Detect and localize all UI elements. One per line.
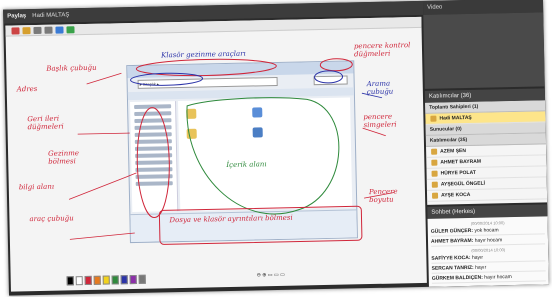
folder-icon	[186, 128, 197, 139]
attendees-list: Toplantı Sahipleri (1) Hadi MALTAŞ Sunuc…	[425, 100, 548, 205]
tool-icon[interactable]	[33, 26, 42, 35]
tool-icon[interactable]	[66, 26, 75, 34]
tool-icon[interactable]	[55, 26, 64, 34]
attendee-row[interactable]: AYŞE KOCA	[426, 188, 548, 202]
annotation-window-controls: pencere kontrol düğmeleri	[353, 41, 411, 59]
explorer-content-area	[178, 97, 353, 212]
chat-message: GÜRKEM BALDIÇEN: hayır hocam	[431, 273, 546, 284]
annotation-toolbar: araç çubuğu	[29, 214, 74, 224]
video-area	[423, 12, 545, 89]
explorer-navigation-pane	[130, 101, 179, 213]
tool-icon[interactable]	[22, 27, 31, 35]
whiteboard-share-area[interactable]: ▸ Kitaplık ▸ ⊖ ⊕ ▭ ▭ ▭ Başlık çubuğu pen…	[5, 16, 427, 292]
chat-timestamp: (00/00/2014 10:00)	[470, 220, 505, 226]
user-icon	[431, 159, 438, 166]
user-icon	[431, 181, 438, 188]
attendees-count: (36)	[460, 92, 472, 100]
user-icon	[431, 148, 438, 155]
annotation-title-bar: Başlık çubuğu	[46, 63, 97, 73]
annotation-window-icons: pencere simgeleri	[363, 112, 397, 130]
annotation-info-area: bilgi alanı	[18, 182, 55, 192]
annotation-back-forward: Geri ileri düğmeleri	[27, 114, 64, 132]
color-swatch[interactable]	[93, 275, 101, 285]
chat-message: GÜLER GÜNÇER: yok hocam	[430, 226, 545, 237]
color-swatch[interactable]	[84, 275, 92, 285]
zoom-controls[interactable]: ⊖ ⊕ ▭ ▭ ▭	[257, 271, 317, 280]
color-palette	[66, 270, 257, 286]
user-icon	[431, 192, 439, 199]
chat-timestamp: (00/00/2014 10:00)	[471, 247, 506, 253]
chat-title: Sohbet	[431, 209, 451, 216]
share-title: Paylaş	[7, 13, 27, 20]
color-swatch[interactable]	[129, 274, 137, 284]
share-presenter: Hadi MALTAŞ	[32, 12, 70, 20]
annotation-address: Adres	[16, 84, 38, 94]
chat-messages: (00/00/2014 10:00) GÜLER GÜNÇER: yok hoc…	[427, 216, 549, 287]
video-title: Video	[427, 4, 443, 11]
tool-icon[interactable]	[44, 26, 53, 34]
color-swatch[interactable]	[138, 274, 146, 284]
color-swatch[interactable]	[75, 275, 83, 285]
chat-message: AHMET BAYRAM: hayır hocam	[430, 236, 546, 247]
connect-app-window: Paylaş Hadi MALTAŞ Video ▸ Kitaplık ▸ ⊖ …	[3, 0, 549, 296]
screenshot-frame: Paylaş Hadi MALTAŞ Video ▸ Kitaplık ▸ ⊖ …	[0, 0, 552, 297]
tool-icon[interactable]	[11, 27, 20, 35]
chat-message: SAFİYYE KOCA: hayır	[431, 253, 546, 264]
user-icon	[431, 170, 438, 177]
color-swatch[interactable]	[66, 275, 74, 285]
explorer-address-bar: ▸ Kitaplık ▸	[137, 76, 278, 89]
color-swatch[interactable]	[111, 274, 119, 284]
annotation-search-bar: Arama çubuğu	[366, 79, 394, 97]
color-swatch[interactable]	[102, 275, 110, 285]
chat-message: SERCAN TANRIZ: hayır	[431, 263, 546, 274]
folder-icon	[252, 127, 263, 138]
folder-icon	[252, 107, 263, 118]
folder-icon	[186, 108, 197, 119]
attendees-title: Katılımcılar	[428, 93, 460, 100]
annotation-folder-nav-tools: Klasör gezinme araçları	[160, 49, 246, 60]
annotation-window-size: Pencere boyutu	[368, 187, 398, 205]
chat-mode[interactable]: (Herkes)	[452, 209, 475, 215]
annotation-navigation-pane: Gezinme bölmesi	[48, 149, 80, 166]
annotation-content-area: İçerik alanı	[226, 160, 267, 170]
color-swatch[interactable]	[120, 274, 128, 284]
user-icon	[430, 115, 437, 122]
explorer-search-box	[313, 75, 348, 86]
